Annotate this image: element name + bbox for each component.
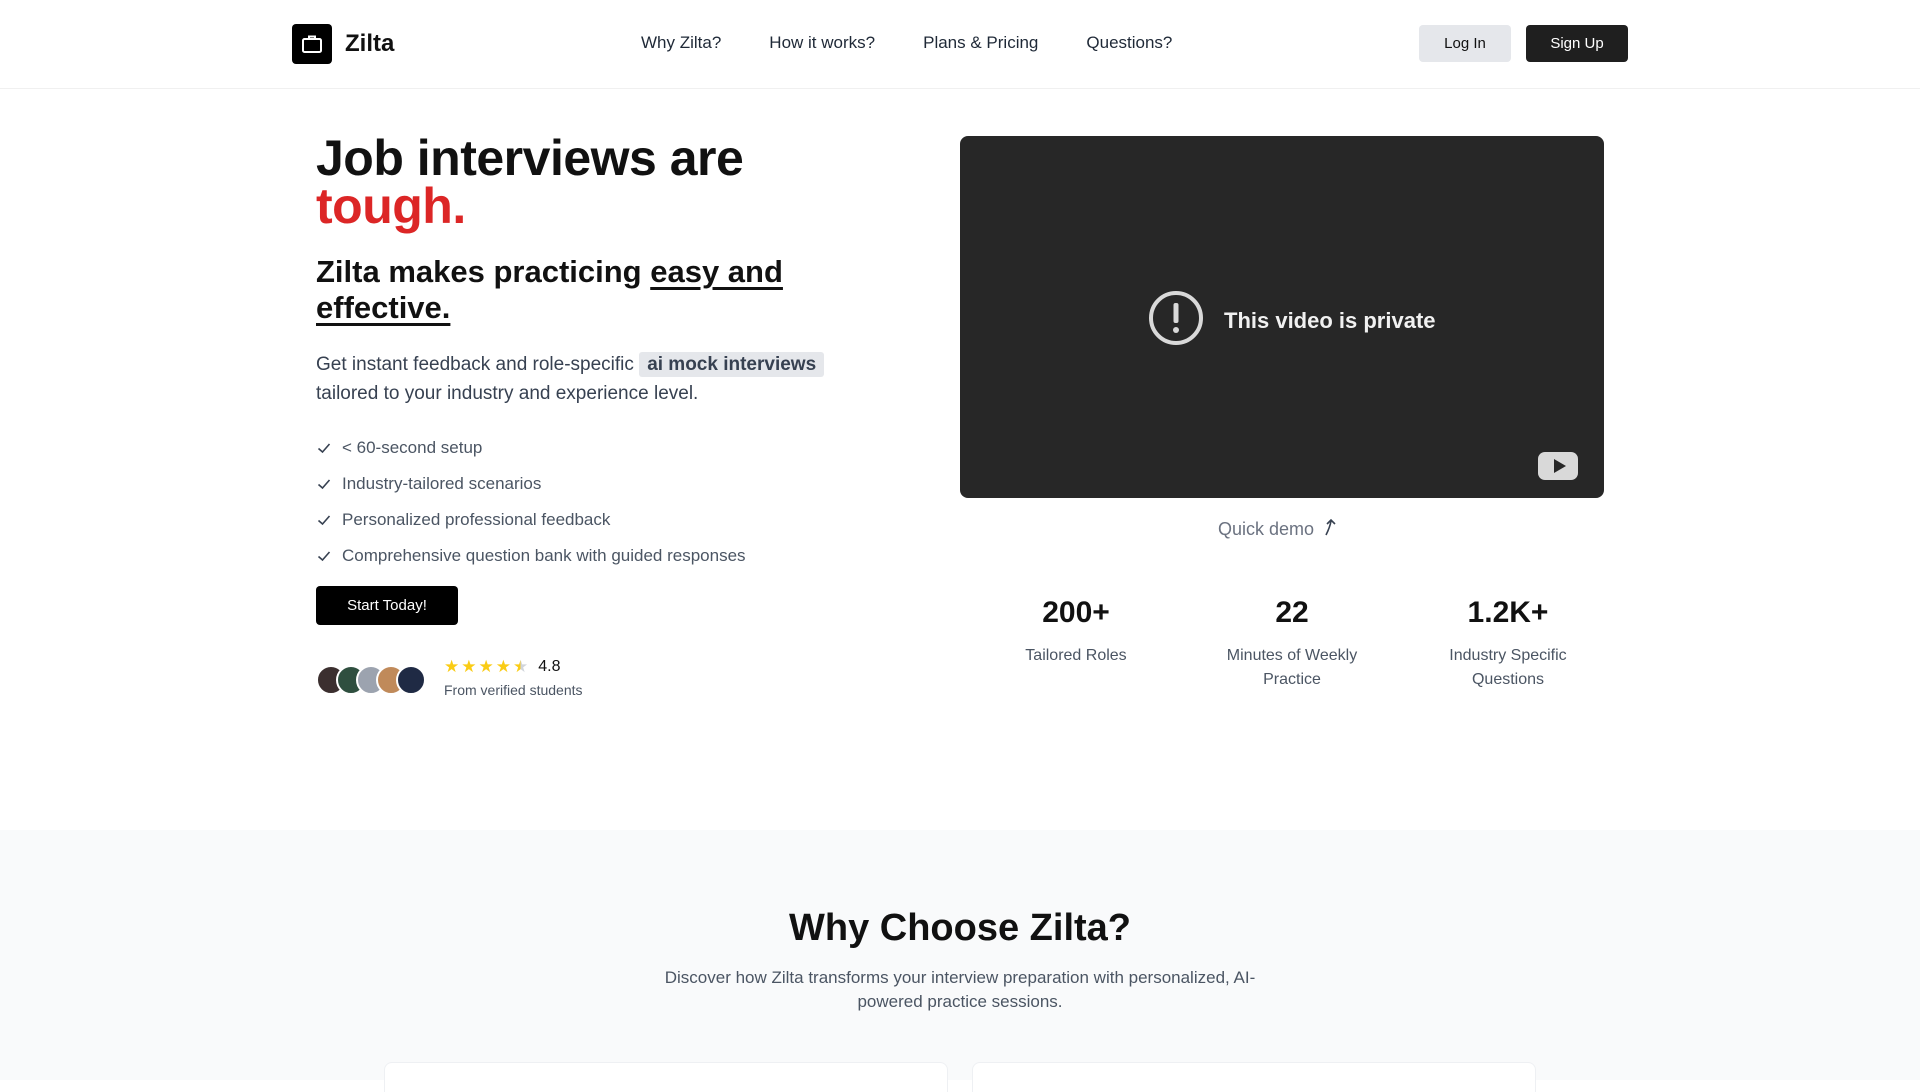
feature-card — [972, 1062, 1536, 1092]
stat-label: Minutes of Weekly Practice — [1226, 647, 1358, 688]
stat-minutes: 22 Minutes of Weekly Practice — [1192, 596, 1392, 692]
nav-link-how[interactable]: How it works? — [769, 33, 875, 53]
youtube-icon[interactable] — [1538, 452, 1578, 480]
stat-questions: 1.2K+ Industry Specific Questions — [1408, 596, 1608, 692]
stat-value: 22 — [1275, 596, 1309, 629]
login-button[interactable]: Log In — [1419, 25, 1511, 62]
feature-item: Industry-tailored scenarios — [316, 466, 746, 502]
star-rating: ★ ★ ★ ★ ★ 4.8 — [444, 657, 583, 677]
star-icon: ★ — [444, 657, 460, 676]
nav-link-questions[interactable]: Questions? — [1086, 33, 1172, 53]
rating-caption: From verified students — [444, 682, 583, 698]
hero-title-accent: tough. — [316, 178, 466, 234]
why-section: Why Choose Zilta? Discover how Zilta tra… — [0, 830, 1920, 1092]
check-icon — [316, 512, 332, 528]
feature-label: < 60-second setup — [342, 438, 483, 457]
stat-roles: 200+ Tailored Roles — [976, 596, 1176, 668]
feature-list: < 60-second setup Industry-tailored scen… — [316, 430, 746, 574]
hero-subtitle: Zilta makes practicing easy and effectiv… — [316, 254, 836, 326]
stat-label: Industry Specific Questions — [1449, 647, 1567, 688]
quick-demo-text: Quick demo — [1218, 519, 1315, 539]
feature-label: Personalized professional feedback — [342, 510, 611, 529]
quick-demo-label: Quick demo — [1218, 517, 1340, 542]
check-icon — [316, 440, 332, 456]
hero-subtitle-prefix: Zilta makes practicing — [316, 254, 651, 289]
nav-link-pricing[interactable]: Plans & Pricing — [923, 33, 1038, 53]
top-nav: Zilta Why Zilta? How it works? Plans & P… — [0, 0, 1920, 89]
check-icon — [316, 476, 332, 492]
why-title: Why Choose Zilta? — [789, 907, 1131, 949]
rating-block: ★ ★ ★ ★ ★ 4.8 From verified students — [444, 657, 583, 698]
hero-title: Job interviews are tough. — [316, 133, 744, 234]
rating-value: 4.8 — [538, 658, 561, 675]
ai-mock-chip: ai mock interviews — [639, 352, 825, 377]
hero-description: Get instant feedback and role-specific a… — [316, 350, 876, 408]
arrow-up-icon — [1322, 517, 1340, 542]
stat-value: 1.2K+ — [1467, 596, 1549, 629]
feature-label: Industry-tailored scenarios — [342, 474, 542, 493]
nav-link-why[interactable]: Why Zilta? — [641, 33, 721, 53]
brand-name: Zilta — [345, 30, 395, 57]
feature-item: < 60-second setup — [316, 430, 746, 466]
signup-button[interactable]: Sign Up — [1526, 25, 1628, 62]
nav-links: Why Zilta? How it works? Plans & Pricing… — [641, 33, 1172, 53]
hero-desc-prefix: Get instant feedback and role-specific — [316, 354, 640, 375]
video-private-message: This video is private — [1148, 290, 1436, 351]
feature-item: Comprehensive question bank with guided … — [316, 538, 746, 574]
brand-logo[interactable]: Zilta — [292, 24, 394, 64]
star-icon: ★ — [461, 657, 477, 676]
feature-label: Comprehensive question bank with guided … — [342, 546, 746, 565]
avatar — [396, 665, 426, 695]
feature-item: Personalized professional feedback — [316, 502, 746, 538]
star-icon: ★ — [495, 657, 511, 676]
student-avatars — [316, 665, 426, 695]
check-icon — [316, 548, 332, 564]
alert-circle-icon — [1148, 290, 1204, 351]
stat-value: 200+ — [1042, 596, 1110, 629]
why-description: Discover how Zilta transforms your inter… — [664, 968, 1256, 1011]
star-half-icon: ★ — [513, 657, 529, 676]
stat-label: Tailored Roles — [1025, 647, 1127, 664]
video-private-text: This video is private — [1224, 307, 1436, 333]
star-icon: ★ — [478, 657, 494, 676]
feature-card — [384, 1062, 948, 1092]
briefcase-icon — [292, 24, 332, 64]
start-today-button[interactable]: Start Today! — [316, 586, 458, 625]
video-player[interactable]: This video is private — [960, 136, 1604, 498]
hero-desc-suffix: tailored to your industry and experience… — [316, 383, 699, 404]
